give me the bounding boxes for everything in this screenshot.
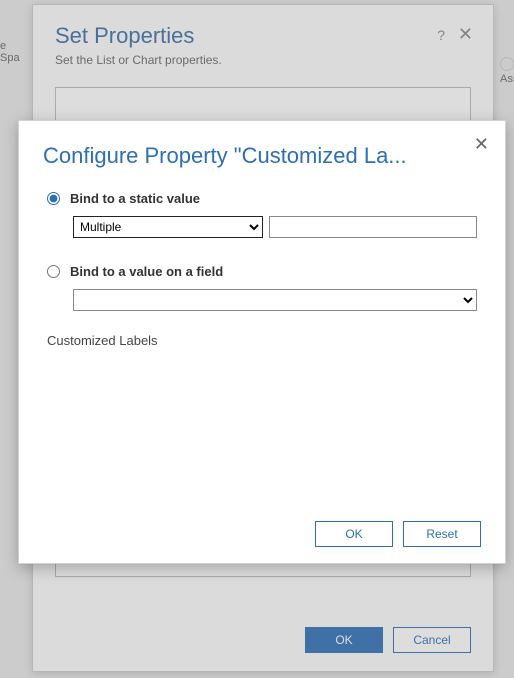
field-control-row (47, 289, 477, 311)
static-control-row: Multiple (47, 216, 477, 238)
radio-field-value[interactable] (47, 265, 60, 278)
configure-property-dialog: Configure Property "Customized La... ✕ B… (18, 120, 506, 564)
radio-row-static: Bind to a static value (47, 191, 477, 206)
radio-static-label: Bind to a static value (70, 191, 200, 206)
radio-static-value[interactable] (47, 192, 60, 205)
radio-row-field: Bind to a value on a field (47, 264, 477, 279)
reset-button[interactable]: Reset (403, 521, 481, 547)
static-value-input[interactable] (269, 216, 477, 238)
close-icon[interactable]: ✕ (474, 135, 489, 153)
configure-property-header: Configure Property "Customized La... ✕ (19, 121, 505, 177)
configure-property-body: Bind to a static value Multiple Bind to … (19, 177, 505, 511)
ok-button[interactable]: OK (315, 521, 393, 547)
configure-property-title: Configure Property "Customized La... (43, 143, 463, 169)
radio-field-label: Bind to a value on a field (70, 264, 223, 279)
configure-property-footer: OK Reset (19, 511, 505, 563)
static-value-select[interactable]: Multiple (73, 216, 263, 238)
field-value-select[interactable] (73, 289, 477, 311)
property-summary-label: Customized Labels (47, 333, 477, 348)
